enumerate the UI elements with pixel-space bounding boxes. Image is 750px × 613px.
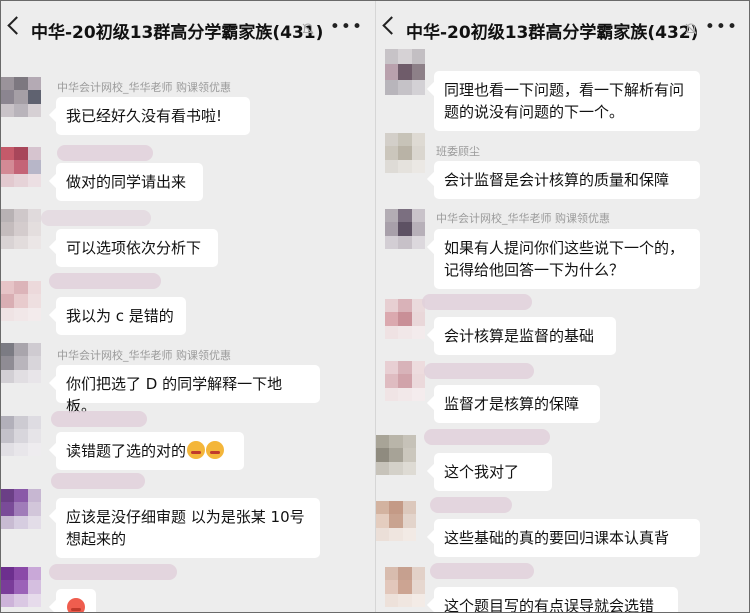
message-bubble[interactable]: 读错题了选的对的 [56, 432, 244, 470]
avatar[interactable] [385, 299, 425, 339]
avatar[interactable] [385, 361, 425, 401]
avatar[interactable] [1, 77, 41, 117]
screenshot-frame: 中华-20初级13群高分学霸家族(431) ••• 中华会计网校_华华老师 购课… [0, 0, 750, 613]
blurred-sender-name [49, 564, 177, 580]
blurred-sender-name [430, 563, 534, 579]
message-bubble[interactable]: 如果有人提问你们这些说下一个的，记得给他回答一下为什么？ [434, 229, 700, 289]
blurred-sender-name [424, 363, 534, 379]
avatar[interactable] [376, 501, 416, 541]
avatar[interactable] [1, 147, 41, 187]
flushed-face-emoji-icon [67, 598, 85, 612]
blurred-sender-name [57, 145, 153, 161]
message-bubble[interactable]: 应该是没仔细审题 以为是张某 10号想起来的 [56, 498, 320, 558]
blurred-sender-name [41, 210, 151, 226]
chat-title-left: 中华-20初级13群高分学霸家族(431) [31, 23, 324, 43]
message-bubble[interactable]: 监督才是核算的保障 [434, 385, 600, 423]
back-chevron-icon[interactable] [7, 16, 26, 35]
message-bubble[interactable]: 我以为 c 是错的 [56, 297, 186, 335]
message-bubble[interactable]: 可以选项依次分析下 [56, 229, 218, 267]
message-bubble[interactable]: 会计监督是会计核算的质量和保障 [434, 161, 700, 199]
message-bubble[interactable]: 这个题目写的有点误导就会选错 [434, 587, 678, 612]
message-bubble[interactable]: 这个我对了 [434, 453, 552, 491]
crying-laughing-emoji-icon [206, 441, 225, 459]
bell-mute-icon [685, 23, 697, 35]
avatar[interactable] [385, 567, 425, 607]
bell-mute-icon [302, 23, 314, 35]
chat-header-left: 中华-20初级13群高分学霸家族(431) ••• [1, 1, 375, 59]
avatar[interactable] [376, 435, 416, 475]
sender-name: 中华会计网校_华华老师 购课领优惠 [436, 212, 610, 225]
chat-window-left: 中华-20初级13群高分学霸家族(431) ••• 中华会计网校_华华老师 购课… [1, 1, 375, 612]
blurred-sender-name [422, 294, 532, 310]
avatar[interactable] [1, 489, 41, 529]
blurred-sender-name [49, 273, 161, 289]
avatar[interactable] [385, 133, 425, 173]
avatar[interactable] [1, 209, 41, 249]
avatar[interactable] [385, 209, 425, 249]
message-bubble[interactable]: 你们把选了 D 的同学解释一下地板。 [56, 365, 320, 415]
message-bubble[interactable]: 做对的同学请出来 [56, 163, 203, 201]
avatar[interactable] [1, 343, 41, 383]
more-dots-icon[interactable]: ••• [705, 17, 738, 37]
blurred-sender-name [51, 473, 145, 489]
blurred-sender-name [51, 411, 147, 427]
chat-header-right: 中华-20初级13群高分学霸家族(432) ••• [376, 1, 749, 59]
message-text: 读错题了选的对的 [66, 442, 187, 460]
avatar[interactable] [1, 281, 41, 321]
sender-name: 班委顾尘 [436, 145, 480, 158]
message-bubble[interactable] [56, 589, 96, 612]
sender-name: 中华会计网校_华华老师 购课领优惠 [57, 81, 231, 94]
chat-title-right: 中华-20初级13群高分学霸家族(432) [406, 23, 699, 43]
message-bubble[interactable]: 这些基础的真的要回归课本认真背 [434, 519, 700, 557]
blurred-sender-name [430, 497, 512, 513]
blurred-sender-name [424, 429, 550, 445]
sender-name: 中华会计网校_华华老师 购课领优惠 [57, 349, 231, 362]
back-chevron-icon[interactable] [382, 16, 401, 35]
avatar[interactable] [1, 567, 41, 607]
avatar[interactable] [385, 49, 425, 95]
crying-laughing-emoji-icon [187, 441, 206, 459]
chat-window-right: 中华-20初级13群高分学霸家族(432) ••• 同理也看一下问题，看一下解析… [375, 1, 749, 612]
more-dots-icon[interactable]: ••• [330, 17, 363, 37]
message-bubble[interactable]: 会计核算是监督的基础 [434, 317, 616, 355]
message-bubble[interactable]: 同理也看一下问题，看一下解析有问题的说没有问题的下一个。 [434, 71, 700, 131]
avatar[interactable] [1, 416, 41, 456]
message-bubble[interactable]: 我已经好久没有看书啦! [56, 97, 250, 135]
